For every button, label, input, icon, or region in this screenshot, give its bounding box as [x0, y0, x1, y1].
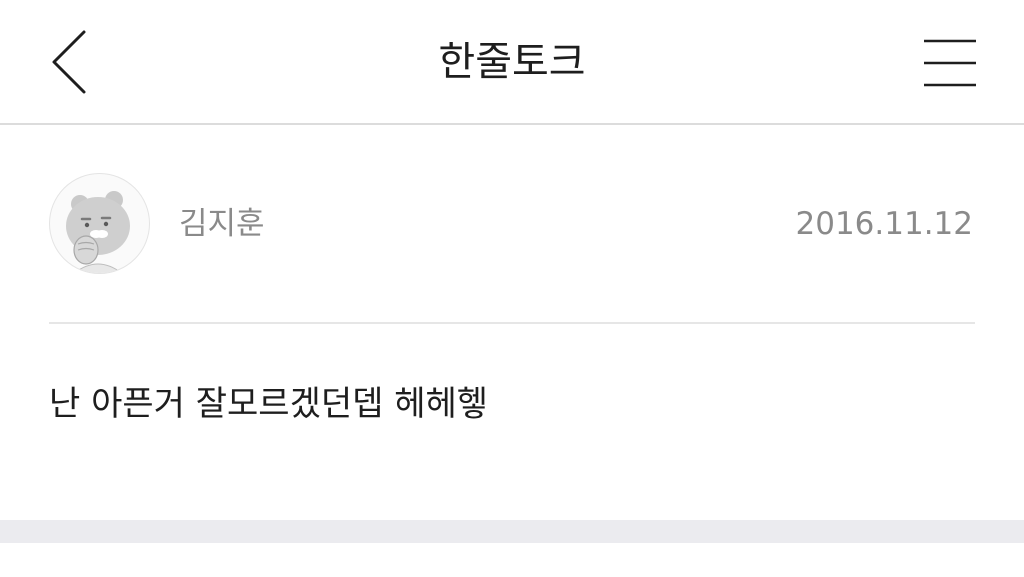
header-divider [0, 123, 1024, 125]
avatar[interactable] [49, 173, 150, 274]
ryan-character-avatar-icon [66, 191, 130, 273]
menu-button[interactable] [916, 30, 984, 96]
page-title: 한줄토크 [438, 39, 586, 85]
hamburger-menu-icon [924, 39, 976, 87]
screen: 한줄토크 김지훈 2016.11.12 난 아픈거 잘모르겠던뎁 헤헤헿 [0, 0, 1024, 577]
chevron-left-icon [52, 30, 86, 94]
post-date: 2016.11.12 [795, 206, 974, 242]
post-body: 난 아픈거 잘모르겠던뎁 헤헤헿 [49, 384, 489, 424]
content-divider [49, 322, 975, 324]
back-button[interactable] [38, 22, 98, 102]
header-bar: 한줄토크 [0, 0, 1024, 124]
section-separator [0, 520, 1024, 543]
author-name: 김지훈 [179, 206, 265, 242]
